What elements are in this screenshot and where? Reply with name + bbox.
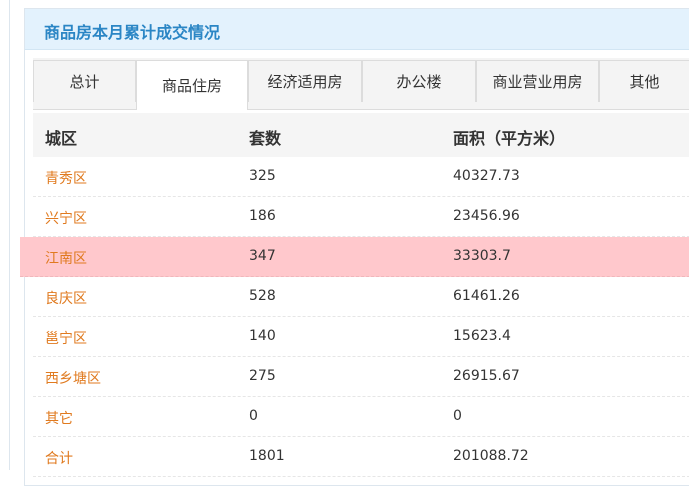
district-link[interactable]: 江南区 bbox=[45, 248, 87, 268]
total-label: 合计 bbox=[45, 451, 73, 467]
panel-header: 商品房本月累计成交情况 bbox=[25, 9, 689, 50]
units-cell: 0 bbox=[249, 408, 258, 424]
district-link[interactable]: 邕宁区 bbox=[45, 328, 87, 348]
units-cell: 1801 bbox=[249, 448, 285, 464]
units-cell: 325 bbox=[249, 168, 276, 184]
units-cell: 528 bbox=[249, 288, 276, 304]
area-cell: 23456.96 bbox=[453, 208, 520, 224]
area-cell: 61461.26 bbox=[453, 288, 520, 304]
district-link[interactable]: 其它 bbox=[45, 408, 73, 428]
column-header-area: 面积（平方米） bbox=[453, 129, 566, 148]
area-cell: 33303.7 bbox=[453, 248, 511, 264]
category-tabs: 总计 商品住房 经济适用房 办公楼 商业营业用房 其他 bbox=[33, 58, 689, 110]
tab-office[interactable]: 办公楼 bbox=[362, 60, 476, 102]
column-header-units: 套数 bbox=[249, 129, 282, 148]
area-cell: 0 bbox=[453, 408, 462, 424]
table-row: 良庆区 528 61461.26 bbox=[33, 277, 689, 317]
table-row: 其它 0 0 bbox=[33, 397, 689, 437]
units-cell: 140 bbox=[249, 328, 276, 344]
panel-title: 商品房本月累计成交情况 bbox=[44, 23, 221, 42]
district-link[interactable]: 兴宁区 bbox=[45, 208, 87, 228]
monthly-sales-panel: 商品房本月累计成交情况 总计 商品住房 经济适用房 办公楼 商业营业用房 其他 … bbox=[20, 8, 689, 486]
page: 商品房本月累计成交情况 总计 商品住房 经济适用房 办公楼 商业营业用房 其他 … bbox=[0, 0, 689, 495]
tab-affordable-housing[interactable]: 经济适用房 bbox=[248, 60, 362, 102]
left-sidebar-edge bbox=[0, 0, 10, 470]
table-row-total: 合计 1801 201088.72 bbox=[33, 437, 689, 477]
sales-table: 城区 套数 面积（平方米） 青秀区 325 40327.73 兴宁区 186 2… bbox=[20, 113, 689, 477]
units-cell: 347 bbox=[249, 248, 276, 264]
table-row-highlighted: 江南区 347 33303.7 bbox=[20, 237, 689, 277]
area-cell: 26915.67 bbox=[453, 368, 520, 384]
tab-commercial[interactable]: 商业营业用房 bbox=[476, 60, 599, 102]
area-cell: 15623.4 bbox=[453, 328, 511, 344]
table-row: 兴宁区 186 23456.96 bbox=[33, 197, 689, 237]
table-row: 邕宁区 140 15623.4 bbox=[33, 317, 689, 357]
tab-other[interactable]: 其他 bbox=[599, 60, 689, 102]
area-cell: 40327.73 bbox=[453, 168, 520, 184]
column-header-district: 城区 bbox=[45, 129, 78, 148]
table-row: 西乡塘区 275 26915.67 bbox=[33, 357, 689, 397]
tab-total[interactable]: 总计 bbox=[33, 60, 136, 102]
district-link[interactable]: 西乡塘区 bbox=[45, 368, 101, 388]
table-header: 城区 套数 面积（平方米） bbox=[33, 113, 689, 157]
units-cell: 186 bbox=[249, 208, 276, 224]
units-cell: 275 bbox=[249, 368, 276, 384]
district-link[interactable]: 良庆区 bbox=[45, 288, 87, 308]
area-cell: 201088.72 bbox=[453, 448, 529, 464]
district-link[interactable]: 青秀区 bbox=[45, 168, 87, 188]
table-row: 青秀区 325 40327.73 bbox=[33, 157, 689, 197]
tab-residential[interactable]: 商品住房 bbox=[136, 60, 248, 110]
